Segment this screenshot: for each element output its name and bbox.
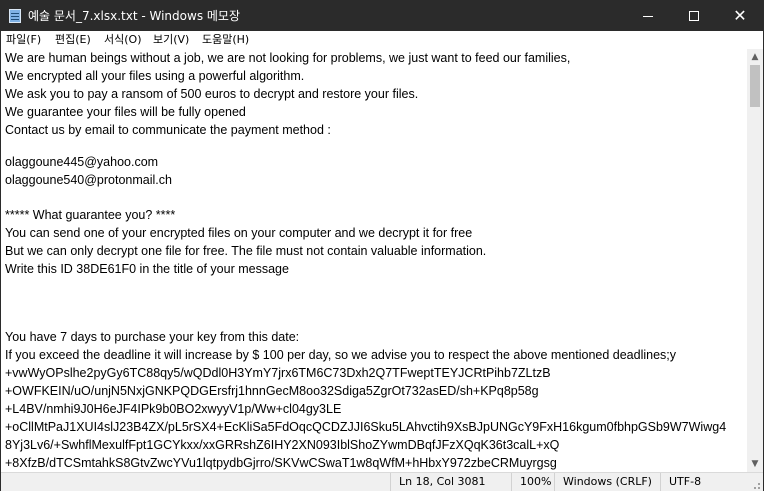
text-line: You have 7 days to purchase your key fro… (5, 330, 300, 344)
vertical-scrollbar[interactable]: ▲ ▼ (747, 49, 763, 472)
menu-file[interactable]: 파일(F) (6, 31, 41, 49)
text-line: +8XfzB/dTCSmtahkS8GtvZwcYVu1lqtpydbGjrro… (5, 456, 557, 470)
status-bar: Ln 18, Col 3081 100% Windows (CRLF) UTF-… (1, 472, 763, 491)
encoding: UTF-8 (660, 473, 701, 491)
menu-help[interactable]: 도움말(H) (202, 31, 249, 49)
text-line: If you exceed the deadline it will incre… (5, 348, 677, 362)
text-line: 8Yj3Lv6/+SwhflMexulfFpt1GCYkxx/xxGRRshZ6… (5, 438, 560, 452)
text-line: +vwWyOPslhe2pyGy6TC88qy5/wQDdl0H3YmY7jrx… (5, 366, 551, 380)
text-line: +oCllMtPaJ1XUI4slJ23B4ZX/pL5rSX4+EcKliSa… (5, 420, 727, 434)
scroll-up-arrow-icon[interactable]: ▲ (747, 49, 763, 65)
text-line: Write this ID 38DE61F0 in the title of y… (5, 262, 289, 276)
line-ending: Windows (CRLF) (554, 473, 652, 491)
text-line: But we can only decrypt one file for fre… (5, 244, 487, 258)
menu-bar: 파일(F) 편집(E) 서식(O) 보기(V) 도움말(H) (1, 31, 763, 50)
notepad-icon (9, 9, 21, 23)
scroll-down-arrow-icon[interactable]: ▼ (747, 456, 763, 472)
text-line: We guarantee your files will be fully op… (5, 105, 246, 119)
text-line: We ask you to pay a ransom of 500 euros … (5, 87, 419, 101)
text-line: Contact us by email to communicate the p… (5, 123, 331, 137)
text-line: +L4BV/nmhi9J0H6eJF4IPk9b0BO2xwyyV1p/Ww+c… (5, 402, 342, 416)
title-bar[interactable]: 예술 문서_7.xlsx.txt - Windows 메모장 ✕ (1, 1, 763, 31)
window-title: 예술 문서_7.xlsx.txt - Windows 메모장 (28, 9, 240, 23)
menu-edit[interactable]: 편집(E) (55, 31, 91, 49)
text-line: ***** What guarantee you? **** (5, 208, 176, 222)
cursor-position: Ln 18, Col 3081 (390, 473, 486, 491)
resize-grip-icon[interactable] (751, 480, 761, 490)
maximize-button[interactable] (671, 1, 717, 31)
minimize-button[interactable] (625, 1, 671, 31)
text-line: olaggoune445@yahoo.com (5, 155, 159, 169)
close-button[interactable]: ✕ (717, 1, 763, 31)
text-line: You can send one of your encrypted files… (5, 226, 473, 240)
scrollbar-thumb[interactable] (750, 65, 760, 107)
menu-view[interactable]: 보기(V) (153, 31, 189, 49)
text-line: +OWFKEIN/uO/unjN5NxjGNKPQDGErsfrj1hnnGec… (5, 384, 539, 398)
notepad-window: 예술 문서_7.xlsx.txt - Windows 메모장 ✕ 파일(F) 편… (0, 0, 764, 491)
text-editor[interactable]: We are human beings without a job, we ar… (1, 49, 747, 472)
text-line: We are human beings without a job, we ar… (5, 51, 571, 65)
menu-format[interactable]: 서식(O) (104, 31, 141, 49)
text-line: olaggoune540@protonmail.ch (5, 173, 172, 187)
text-line: We encrypted all your files using a powe… (5, 69, 305, 83)
zoom-level: 100% (511, 473, 551, 491)
